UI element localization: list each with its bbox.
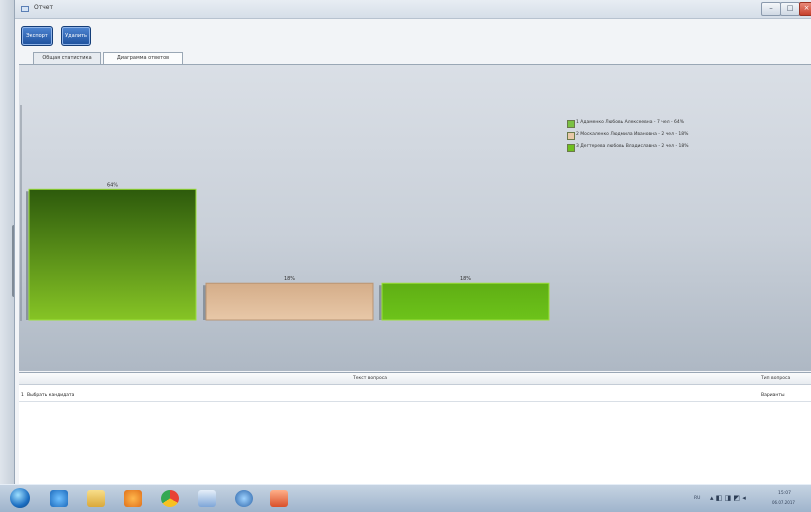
- folder-icon[interactable]: [87, 490, 105, 507]
- legend-swatch: [567, 120, 575, 128]
- app-icon: [21, 6, 29, 12]
- legend-label: 3 Дегтерева любовь Владиславна - 2 чел -…: [576, 144, 689, 149]
- clock-time[interactable]: 15:07: [778, 491, 791, 496]
- legend-swatch: [567, 132, 575, 140]
- bar-data-label: 64%: [107, 182, 118, 188]
- legend-swatch: [567, 144, 575, 152]
- bar-2: [205, 282, 374, 321]
- row-question-type: Варианты: [761, 393, 785, 398]
- questions-grid: Текст вопроса Тип вопроса 1 Выбрать канд…: [19, 372, 811, 485]
- start-orb-icon[interactable]: [10, 488, 30, 508]
- row-number: 1: [21, 393, 24, 398]
- globe-icon[interactable]: [235, 490, 253, 507]
- maximize-icon: □: [786, 4, 794, 12]
- column-header-question-text[interactable]: Текст вопроса: [353, 376, 387, 381]
- bar-chart: 64% 18% 18%: [20, 105, 550, 321]
- left-edge: [0, 0, 16, 484]
- delete-button[interactable]: Удалить: [61, 26, 91, 46]
- taskbar: RU ▴ ◧ ◨ ◩ ◂ 15:07 06.07.2017: [0, 484, 811, 512]
- clock-date[interactable]: 06.07.2017: [772, 500, 795, 505]
- legend-label: 2 Москаленко Людмила Ивановна - 2 чел - …: [576, 132, 689, 137]
- window-title: Отчет: [34, 4, 53, 11]
- table-row[interactable]: 1 Выбрать кандидата Варианты: [19, 391, 811, 402]
- bar-1: [28, 188, 197, 321]
- report-window: Отчет – □ × Экспорт Удалить Общая статис…: [14, 0, 811, 485]
- bar-3: [381, 282, 550, 321]
- minimize-button[interactable]: –: [761, 2, 781, 16]
- tab-answers-chart[interactable]: Диаграмма ответов: [103, 52, 183, 64]
- close-icon: ×: [803, 4, 810, 12]
- row-question-text: Выбрать кандидата: [27, 393, 75, 398]
- tray-icons[interactable]: ▴ ◧ ◨ ◩ ◂: [710, 494, 746, 502]
- notepad-icon[interactable]: [198, 490, 216, 507]
- close-button[interactable]: ×: [799, 2, 811, 16]
- grid-header: Текст вопроса Тип вопроса: [19, 373, 811, 385]
- media-player-icon[interactable]: [124, 490, 142, 507]
- tab-general-stats[interactable]: Общая статистика: [33, 52, 101, 64]
- bar-data-label: 18%: [460, 276, 471, 282]
- chrome-icon[interactable]: [161, 490, 179, 507]
- language-indicator[interactable]: RU: [694, 496, 700, 501]
- bar-data-label: 18%: [284, 276, 295, 282]
- legend-label: 1 Адаменко Любовь Алексеевна - 7 чел - 6…: [576, 120, 685, 125]
- presentation-icon[interactable]: [270, 490, 288, 507]
- minimize-icon: –: [769, 4, 773, 12]
- export-button[interactable]: Экспорт: [21, 26, 53, 46]
- ie-icon[interactable]: [50, 490, 68, 507]
- title-bar: Отчет – □ ×: [15, 0, 811, 19]
- column-header-question-type[interactable]: Тип вопроса: [761, 376, 790, 381]
- chart-panel: 64% 18% 18% 1 Адаменко Любовь Алексеевна -…: [19, 64, 811, 371]
- maximize-button[interactable]: □: [780, 2, 800, 16]
